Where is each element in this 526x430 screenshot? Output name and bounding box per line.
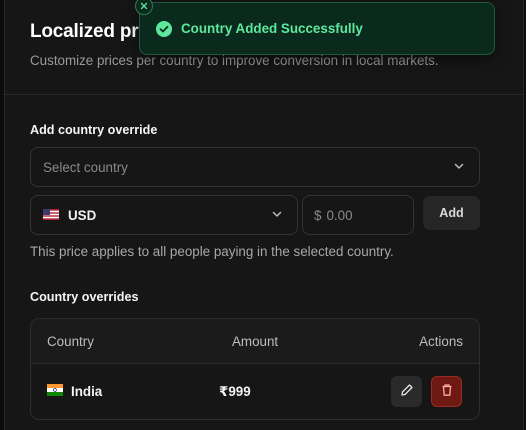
pencil-icon xyxy=(400,383,414,400)
column-header-amount: Amount xyxy=(232,334,279,349)
add-button[interactable]: Add xyxy=(423,196,480,230)
column-header-actions: Actions xyxy=(419,334,463,349)
localized-pricing-card: Localized pri Customize prices per count… xyxy=(4,0,525,430)
currency-select[interactable]: USD xyxy=(30,195,298,235)
country-cell: India xyxy=(47,384,102,399)
help-text: This price applies to all people paying … xyxy=(30,244,394,259)
india-flag-icon xyxy=(47,384,63,399)
success-toast: Country Added Successfully xyxy=(139,2,495,55)
trash-icon xyxy=(440,383,454,400)
page-subtitle: Customize prices per country to improve … xyxy=(30,53,439,68)
divider xyxy=(5,94,525,95)
chevron-down-icon xyxy=(453,160,465,175)
chevron-down-icon xyxy=(271,208,283,223)
overrides-table: Country Amount Actions India ₹999 xyxy=(30,318,480,420)
add-override-label: Add country override xyxy=(30,123,158,137)
country-select-placeholder: Select country xyxy=(43,159,128,175)
amount-cell: ₹999 xyxy=(219,384,251,399)
price-placeholder: 0.00 xyxy=(326,207,353,223)
country-select[interactable]: Select country xyxy=(30,147,480,187)
delete-button[interactable] xyxy=(431,376,462,407)
currency-symbol: $ xyxy=(314,207,322,223)
table-header: Country Amount Actions xyxy=(31,319,479,364)
us-flag-icon xyxy=(43,208,59,223)
toast-message: Country Added Successfully xyxy=(181,21,363,36)
country-name: India xyxy=(71,384,103,399)
price-input[interactable]: $ 0.00 xyxy=(302,195,414,235)
close-icon xyxy=(140,0,148,15)
check-circle-icon xyxy=(156,20,172,37)
country-overrides-label: Country overrides xyxy=(30,290,139,304)
currency-code: USD xyxy=(68,207,97,223)
column-header-country: Country xyxy=(47,334,94,349)
table-row: India ₹999 xyxy=(31,364,479,419)
edit-button[interactable] xyxy=(391,376,422,407)
page-title: Localized pri xyxy=(30,21,144,42)
